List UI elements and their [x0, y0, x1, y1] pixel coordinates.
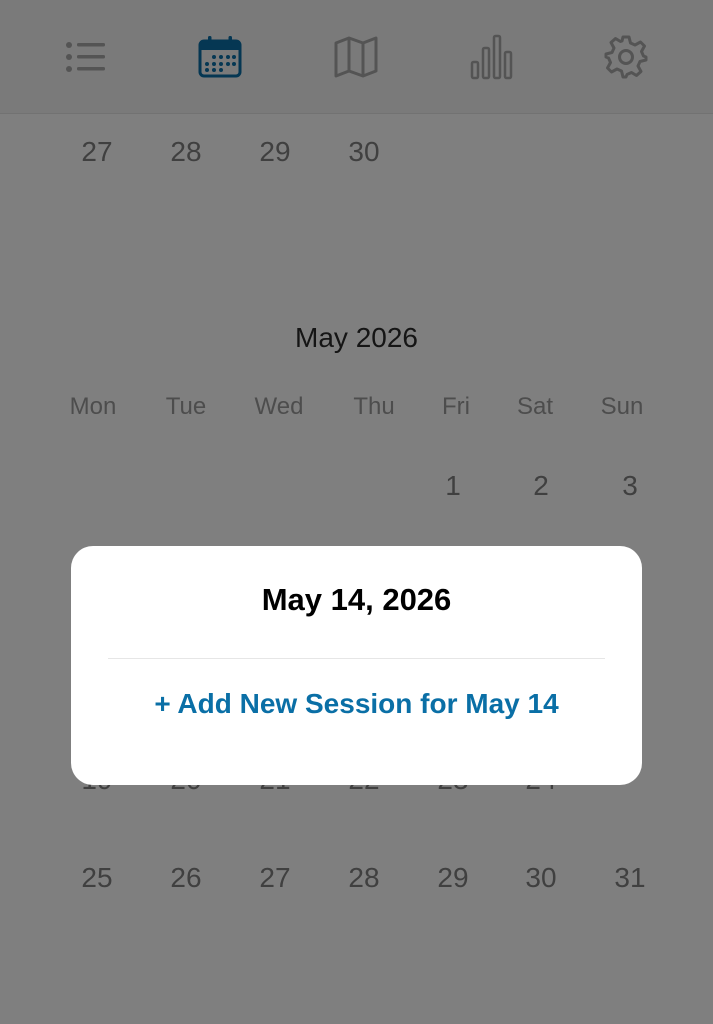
popup-date-title: May 14, 2026	[261, 582, 452, 617]
add-session-button[interactable]: + Add New Session for May 14	[108, 676, 605, 732]
date-action-popup: May 14, 2026 + Add New Session for May 1…	[71, 546, 642, 785]
popup-divider	[108, 658, 605, 659]
modal-backdrop[interactable]	[0, 0, 713, 1024]
